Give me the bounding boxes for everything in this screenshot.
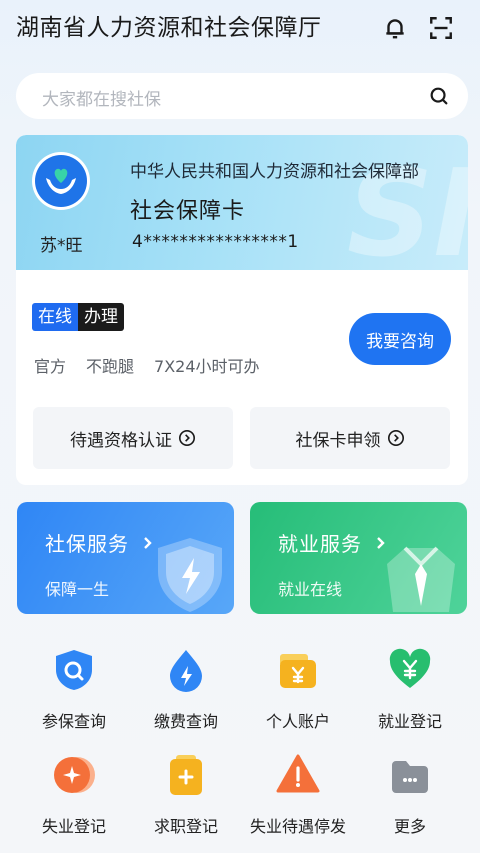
service-card: SI 苏*旺 中华人民共和国人力资源和社会保障部 社会保障卡 4********… [16, 135, 468, 485]
grid-label: 个人账户 [265, 712, 330, 731]
job-seek-register-icon [164, 753, 208, 797]
shirt-tie-icon [387, 546, 455, 612]
header: 湖南省人力资源和社会保障厅 [0, 0, 480, 60]
qualification-cert-button[interactable]: 待遇资格认证 [33, 407, 233, 469]
card-holder-name: 苏*旺 [40, 236, 83, 256]
shield-lightning-icon [158, 538, 222, 612]
employment-register-icon [388, 648, 432, 692]
grid-label: 缴费查询 [153, 712, 218, 731]
grid-label: 失业登记 [41, 817, 106, 836]
employment-service-tile[interactable]: 就业服务 就业在线 [250, 502, 467, 614]
arrow-circle-icon [178, 429, 196, 447]
badge-handle: 办理 [78, 303, 124, 331]
search-placeholder: 大家都在搜社保 [42, 90, 161, 110]
bell-icon[interactable] [381, 14, 409, 42]
warning-triangle-icon [276, 753, 320, 797]
insurance-query-icon [52, 648, 96, 692]
tag-no-trip: 不跑腿 [86, 357, 135, 376]
card-issuer: 中华人民共和国人力资源和社会保障部 [130, 162, 419, 182]
arrow-circle-icon [387, 429, 404, 447]
grid-item-personal-account[interactable]: 个人账户 [243, 648, 353, 731]
more-icon [388, 753, 432, 797]
social-security-logo-icon [32, 152, 90, 210]
employment-service-subtitle: 就业在线 [278, 580, 343, 599]
social-service-tile[interactable]: 社保服务 保障一生 [17, 502, 234, 614]
card-apply-button[interactable]: 社保卡申领 [250, 407, 450, 469]
app-title: 湖南省人力资源和社会保障厅 [16, 15, 322, 41]
grid-item-benefit-stop[interactable]: 失业待遇停发 [243, 753, 353, 836]
card-name: 社会保障卡 [130, 199, 246, 224]
feature-tags: 官方 不跑腿 7X24小时可办 [34, 353, 260, 377]
qualification-cert-label: 待遇资格认证 [70, 430, 172, 451]
search-bar[interactable]: 大家都在搜社保 [16, 73, 468, 119]
grid-item-job-seek-register[interactable]: 求职登记 [131, 753, 241, 836]
social-service-title: 社保服务 [45, 532, 129, 556]
grid-item-unemployment-register[interactable]: 失业登记 [19, 753, 129, 836]
grid-item-more[interactable]: 更多 [355, 753, 465, 836]
employment-service-title: 就业服务 [278, 532, 362, 556]
employment-service-title-row: 就业服务 [278, 528, 386, 557]
tag-24h: 7X24小时可办 [154, 357, 260, 376]
payment-query-icon [164, 648, 208, 692]
social-service-subtitle: 保障一生 [45, 580, 110, 599]
unemployment-register-icon [52, 753, 96, 797]
social-security-card[interactable]: SI 苏*旺 中华人民共和国人力资源和社会保障部 社会保障卡 4********… [16, 135, 468, 270]
consult-button[interactable]: 我要咨询 [349, 313, 451, 365]
online-badge: 在线 办理 [32, 303, 124, 331]
tag-official: 官方 [34, 357, 67, 376]
grid-item-payment-query[interactable]: 缴费查询 [131, 648, 241, 731]
card-number: 4****************1 [132, 232, 299, 252]
grid-item-employment-register[interactable]: 就业登记 [355, 648, 465, 731]
grid-label: 更多 [393, 817, 426, 836]
scan-icon[interactable] [427, 14, 455, 42]
grid-item-insurance-query[interactable]: 参保查询 [19, 648, 129, 731]
grid-label: 求职登记 [153, 817, 218, 836]
grid-label: 失业待遇停发 [249, 817, 346, 836]
search-icon[interactable] [428, 85, 450, 107]
grid-label: 参保查询 [41, 712, 106, 731]
badge-online: 在线 [32, 303, 78, 331]
grid-label: 就业登记 [377, 712, 442, 731]
card-apply-label: 社保卡申领 [295, 430, 381, 451]
personal-account-icon [276, 648, 320, 692]
social-service-title-row: 社保服务 [45, 528, 153, 557]
